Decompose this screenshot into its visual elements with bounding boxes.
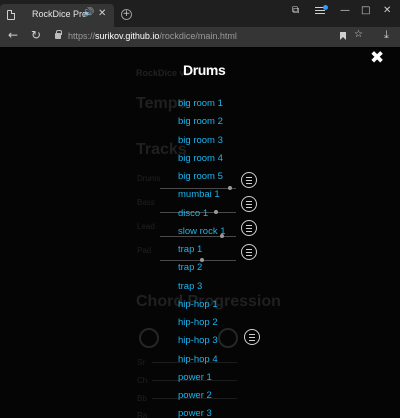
arrow-up-icon[interactable] (139, 328, 159, 348)
url-host: surikov.github.io (95, 31, 160, 41)
speaker-icon[interactable]: 🔊 (83, 8, 94, 18)
chord-label: Bb (137, 394, 147, 403)
drum-pattern-item[interactable]: disco 1 (178, 206, 258, 224)
drum-pattern-item[interactable]: big room 4 (178, 151, 258, 169)
drum-pattern-item[interactable]: big room 5 (178, 169, 258, 187)
drum-pattern-item[interactable]: trap 1 (178, 242, 258, 260)
drum-pattern-item[interactable]: hip-hop 2 (178, 315, 258, 333)
download-icon[interactable]: ⤓ (384, 28, 389, 42)
tab-title: RockDice Pro (32, 9, 88, 19)
browser-toolbar: ← ↻ https://surikov.github.io/rockdice/m… (0, 27, 400, 47)
drum-pattern-item[interactable]: power 3 (178, 406, 258, 418)
url-path: /rockdice/main.html (159, 31, 237, 41)
drum-pattern-item[interactable]: power 1 (178, 370, 258, 388)
browser-tab[interactable]: RockDice Pro 🔊 ✕ (0, 4, 114, 27)
drum-pattern-item[interactable]: hip-hop 1 (178, 297, 258, 315)
drum-pattern-item[interactable]: trap 3 (178, 279, 258, 297)
maximize-icon[interactable]: □ (361, 5, 370, 16)
url-scheme: https:// (68, 31, 96, 41)
app-title: RockDice v2 (136, 68, 190, 78)
browser-titlebar: RockDice Pro 🔊 ✕ + ⧉ — □ ✕ (0, 0, 400, 27)
chord-label: Ch (137, 376, 148, 385)
drum-pattern-item[interactable]: mumbai 1 (178, 187, 258, 205)
chord-label: Sr (137, 358, 145, 367)
minimize-icon[interactable]: — (340, 5, 350, 16)
drum-pattern-list: big room 1 big room 2 big room 3 big roo… (178, 96, 258, 418)
bookmark-icon[interactable] (340, 32, 346, 40)
drum-pattern-item[interactable]: hip-hop 3 (178, 333, 258, 351)
address-bar[interactable]: https://surikov.github.io/rockdice/main.… (68, 31, 237, 41)
chord-label: Ra (137, 411, 148, 418)
new-tab-button[interactable]: + (121, 9, 132, 20)
track-label: Lead (137, 222, 155, 231)
back-arrow-icon[interactable]: ← (8, 28, 18, 42)
drum-pattern-item[interactable]: big room 2 (178, 114, 258, 132)
window-close-icon[interactable]: ✕ (383, 5, 391, 16)
track-label: Pad (137, 246, 152, 255)
lock-icon[interactable] (55, 30, 62, 39)
reload-icon[interactable]: ↻ (31, 28, 41, 42)
tab-close-icon[interactable]: ✕ (98, 8, 106, 19)
track-label: Bass (137, 198, 155, 207)
drum-pattern-item[interactable]: big room 1 (178, 96, 258, 114)
drum-pattern-item[interactable]: power 2 (178, 388, 258, 406)
overlay-title: Drums (183, 62, 226, 78)
track-label: Drums (137, 174, 161, 183)
star-icon[interactable]: ☆ (354, 29, 363, 40)
page-icon (7, 10, 15, 20)
reading-list-icon[interactable] (315, 5, 328, 16)
drum-pattern-item[interactable]: big room 3 (178, 133, 258, 151)
drum-pattern-item[interactable]: trap 2 (178, 260, 258, 278)
collections-icon[interactable]: ⧉ (292, 5, 299, 16)
drum-pattern-item[interactable]: slow rock 1 (178, 224, 258, 242)
close-icon[interactable]: ✖ (370, 48, 384, 68)
drum-pattern-item[interactable]: hip-hop 4 (178, 352, 258, 370)
